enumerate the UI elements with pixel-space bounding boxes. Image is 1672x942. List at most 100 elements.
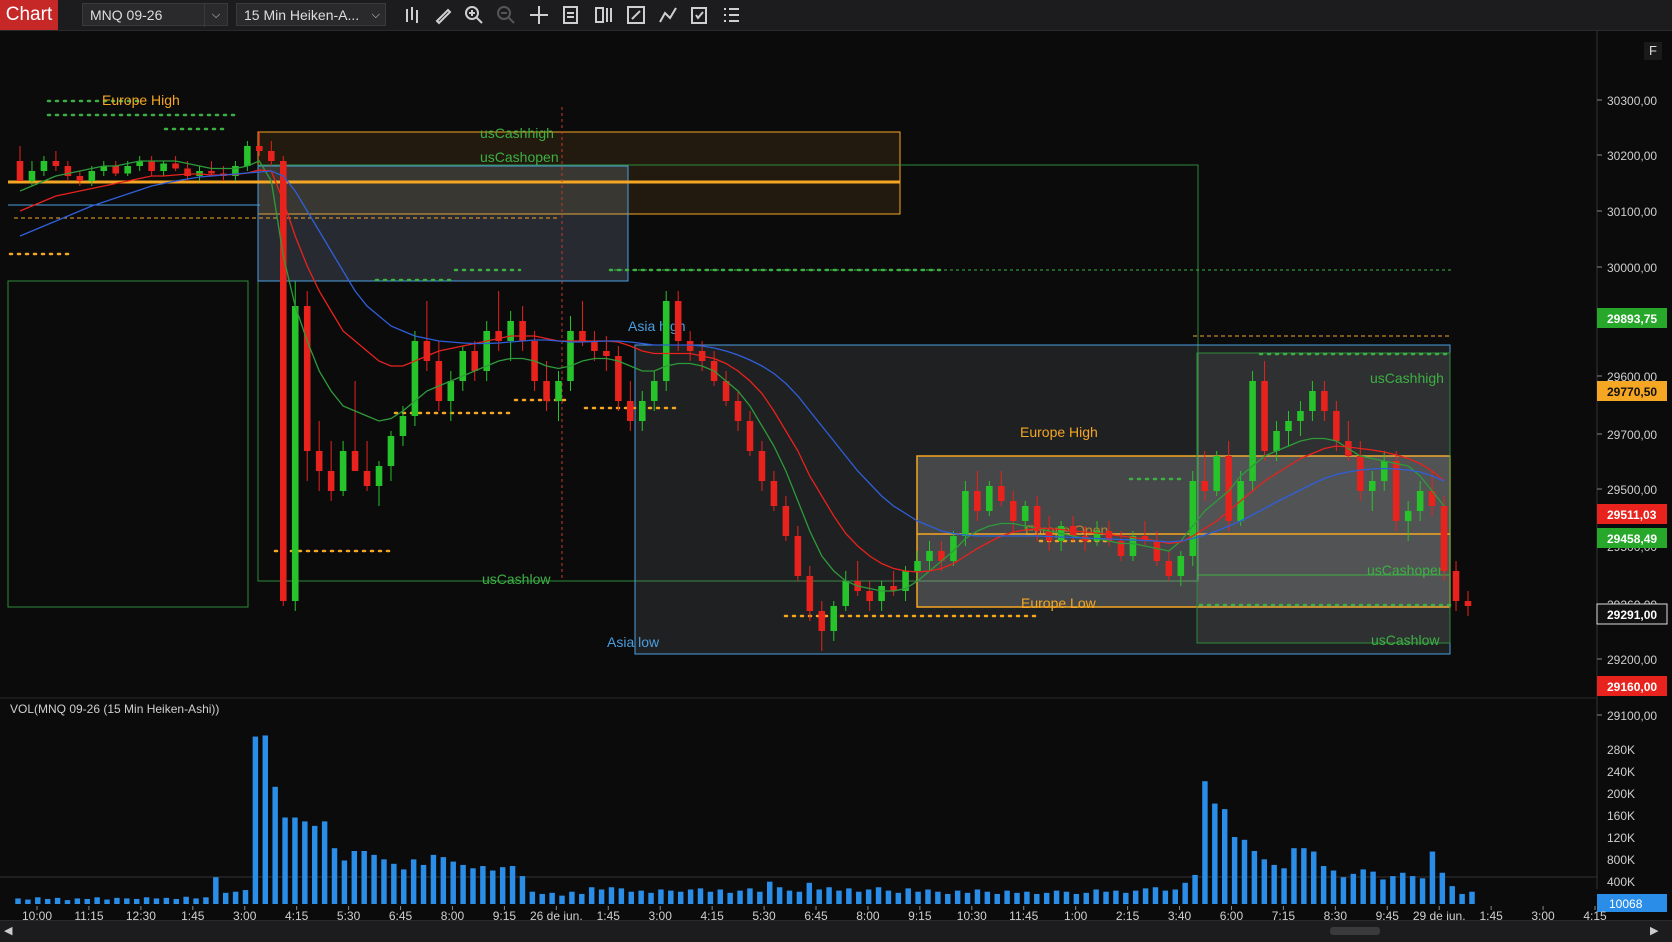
volume-bar [1291, 848, 1297, 904]
price-chart[interactable]: Europe High usCashhigh usCashopen usCashlow… [0, 31, 1672, 920]
price-badge-label: 29160,00 [1607, 680, 1657, 694]
crosshair-icon[interactable] [528, 4, 550, 26]
europe-low-label-right: Europe Low [1021, 595, 1097, 611]
price-badge-label: 29291,00 [1607, 608, 1657, 622]
volume-bar [242, 890, 249, 904]
scroll-left-icon[interactable]: ◀ [4, 923, 18, 939]
volume-bar [371, 854, 377, 904]
volume-bar [321, 821, 328, 904]
volume-bar [410, 859, 417, 904]
price-tick-label: 30100,00 [1607, 205, 1657, 219]
scroll-right-icon[interactable]: ▶ [1650, 923, 1664, 939]
zoom-in-icon[interactable] [463, 4, 485, 26]
price-tick-label: 29100,00 [1607, 709, 1657, 723]
time-tick-label: 29 de jun. [1413, 909, 1466, 920]
candle-body [291, 306, 299, 601]
candle-body [1333, 411, 1340, 441]
asia-low-label: Asia low [607, 634, 660, 650]
volume-bar [757, 891, 763, 904]
instrument-selector[interactable]: MNQ 09-26 ⌵ [82, 3, 228, 27]
volume-bar [420, 864, 427, 904]
volume-bar [381, 859, 387, 904]
volume-bar [598, 889, 605, 904]
volume-bar [974, 889, 981, 904]
volume-bar [549, 892, 555, 904]
chevron-down-icon[interactable]: ⌵ [204, 4, 227, 27]
volume-bar [1014, 892, 1020, 904]
volume-bar [1073, 893, 1080, 904]
candle-body [339, 451, 347, 491]
volume-bar [994, 893, 1000, 904]
candle-body [1261, 381, 1268, 451]
candle-body [1009, 501, 1017, 521]
volume-bar [1142, 888, 1149, 904]
strategy-icon[interactable] [657, 4, 679, 26]
candle-body [746, 421, 754, 451]
volume-bar [1459, 893, 1465, 904]
data-box-icon[interactable] [560, 4, 582, 26]
volume-bar [460, 864, 466, 904]
volume-bar [895, 892, 902, 904]
candle-body [148, 161, 155, 171]
volume-bar [351, 850, 358, 904]
zoom-range-icon[interactable] [593, 4, 615, 26]
time-tick-label: 4:15 [1583, 909, 1607, 920]
candle-body [423, 341, 431, 361]
candle-body [208, 171, 215, 174]
bar-type-icon[interactable] [402, 4, 424, 26]
time-tick-label: 9:15 [908, 909, 932, 920]
candle-body [1273, 431, 1280, 451]
volume-bar [1103, 891, 1109, 904]
candle-body [447, 381, 455, 401]
volume-bar [341, 860, 348, 904]
volume-bar [588, 887, 595, 904]
candle-body [1297, 411, 1304, 421]
volume-bar [213, 877, 219, 904]
chart-title: Chart [0, 0, 58, 30]
properties-icon[interactable] [688, 4, 710, 26]
volume-bar [143, 897, 150, 904]
volume-bar [915, 891, 921, 904]
volume-bar [1251, 850, 1258, 904]
f-button[interactable]: F [1644, 42, 1662, 60]
volume-bar [935, 891, 941, 904]
price-badge-label: 29893,75 [1607, 312, 1657, 326]
uscash-open-label-left: usCashopen [480, 149, 559, 165]
volume-tick-label: 400K [1607, 875, 1635, 889]
volume-tick-label: 120K [1607, 831, 1635, 845]
time-tick-label: 3:00 [233, 909, 257, 920]
volume-bar [1380, 879, 1386, 904]
uscash-high-label-right: usCashhigh [1370, 370, 1444, 386]
candle-body [1440, 506, 1448, 571]
volume-tick-label: 800K [1607, 853, 1635, 867]
candle-body [471, 351, 479, 371]
scroll-thumb[interactable] [1330, 927, 1380, 935]
candle-body [160, 163, 167, 171]
candle-body [1309, 391, 1316, 411]
volume-bar [1301, 848, 1307, 904]
candle-body [878, 586, 885, 601]
volume-bar [1053, 890, 1060, 904]
volume-bar [1123, 892, 1129, 904]
price-tick-label: 29200,00 [1607, 653, 1657, 667]
volume-bar [865, 889, 872, 904]
time-tick-label: 4:15 [285, 909, 309, 920]
list-icon[interactable] [720, 4, 742, 26]
scale-icon[interactable] [625, 4, 647, 26]
volume-bar [391, 863, 397, 904]
candle-body [1404, 511, 1412, 521]
draw-pencil-icon[interactable] [432, 4, 454, 26]
horizontal-scrollbar[interactable]: ◀ ▶ [0, 920, 1672, 942]
zoom-out-icon[interactable] [495, 4, 517, 26]
volume-badge-label: 10068 [1609, 897, 1643, 911]
volume-bar [816, 889, 822, 904]
candle-body [112, 166, 120, 174]
volume-bar [1370, 871, 1376, 904]
volume-bar [806, 882, 813, 904]
volume-bar [183, 896, 189, 904]
chevron-down-icon[interactable]: ⌵ [372, 4, 380, 27]
volume-bar [1400, 872, 1406, 904]
candle-body [76, 176, 84, 181]
volume-bar [677, 891, 684, 904]
interval-selector[interactable]: 15 Min Heiken-A... ⌵ [236, 3, 386, 26]
